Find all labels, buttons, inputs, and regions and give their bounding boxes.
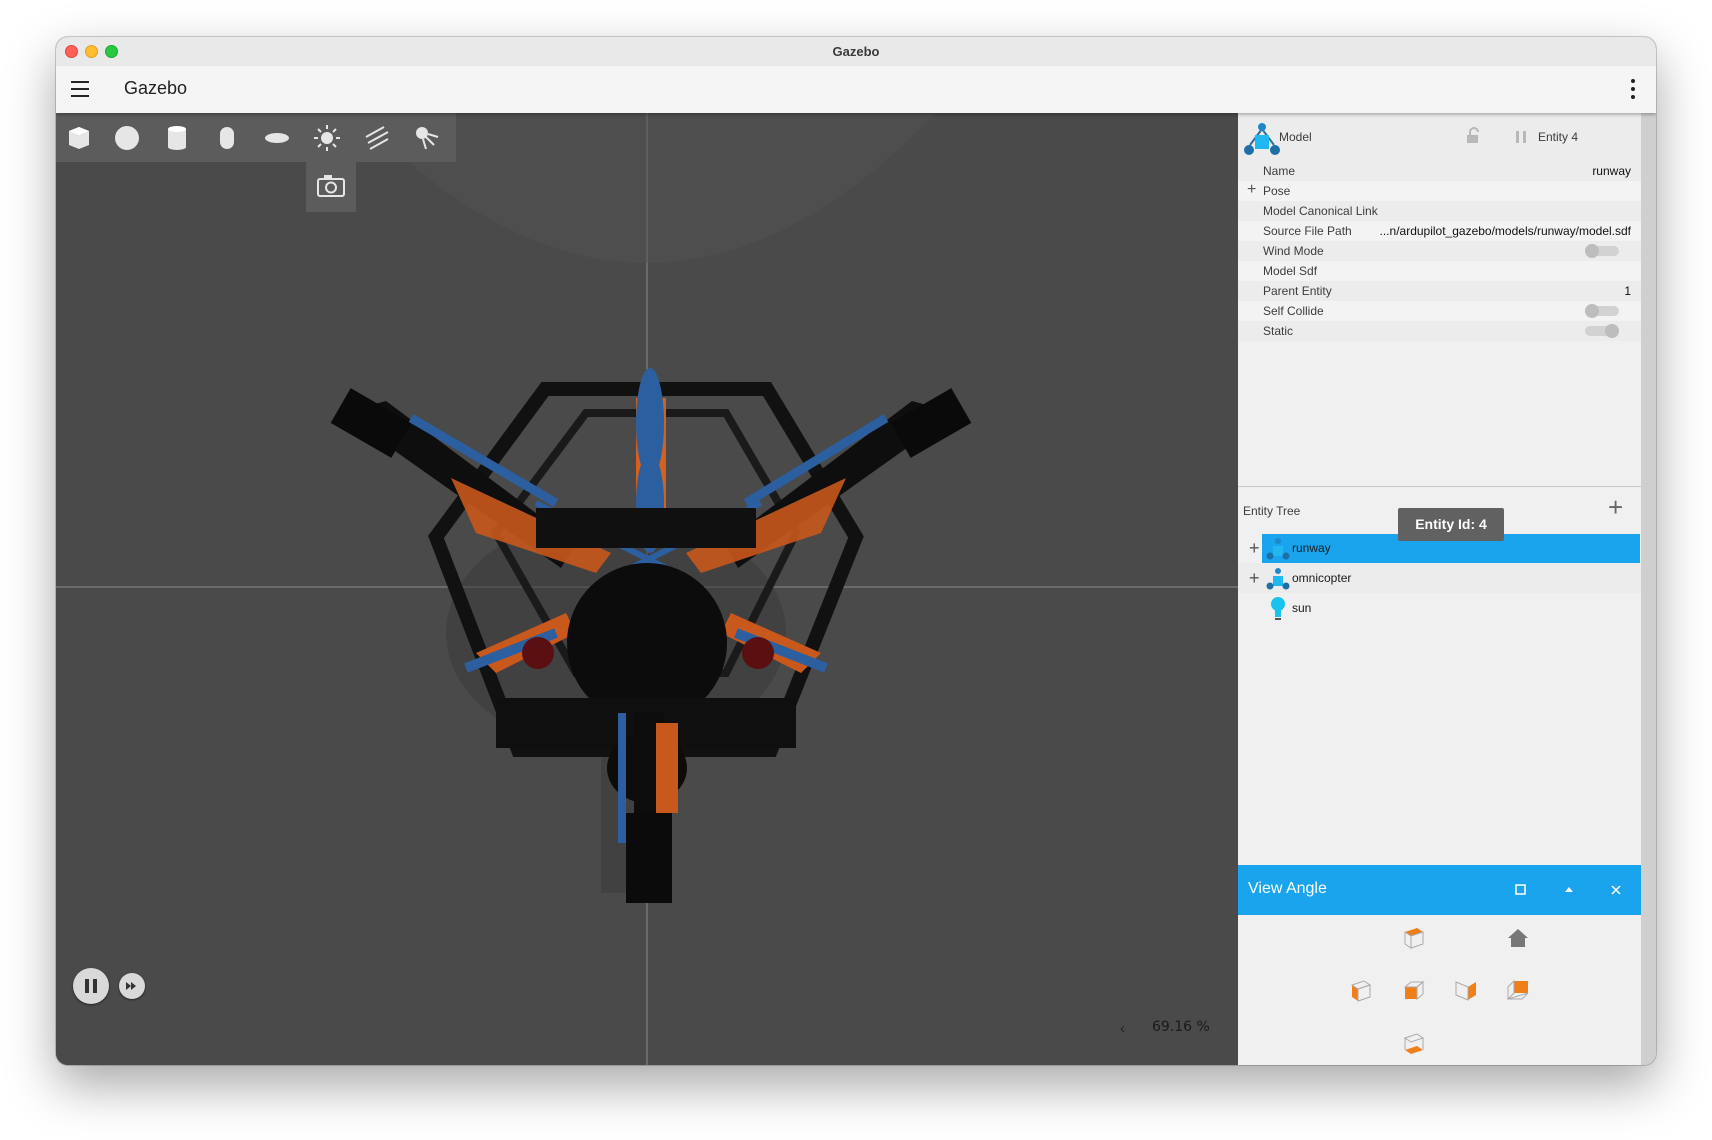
component-row-model-sdf: Model Sdf	[1238, 261, 1641, 281]
row-key: Model Sdf	[1263, 264, 1318, 278]
left-view-icon[interactable]	[1346, 977, 1374, 1005]
entity-tree-title: Entity Tree	[1243, 504, 1301, 518]
entity-id-label: Entity 4	[1538, 130, 1579, 144]
kebab-menu-icon[interactable]	[1630, 79, 1636, 101]
component-row-static: Static	[1238, 321, 1641, 341]
box-tool-icon[interactable]	[64, 123, 94, 153]
view-angle-header: View Angle	[1238, 865, 1641, 915]
expand-plus-icon[interactable]: +	[1249, 539, 1260, 557]
row-value: ...n/ardupilot_gazebo/models/runway/mode…	[1379, 224, 1631, 238]
component-row-wind-mode: Wind Mode	[1238, 241, 1641, 261]
sphere-tool-icon[interactable]	[112, 123, 142, 153]
row-key: Pose	[1263, 184, 1291, 198]
model-icon	[1266, 568, 1290, 590]
spot-light-tool-icon[interactable]	[412, 123, 442, 153]
component-row-name: Name runway	[1238, 161, 1641, 181]
maximize-icon[interactable]	[1514, 883, 1528, 897]
model-icon	[1266, 538, 1290, 560]
inspector-type-label: Model	[1279, 130, 1312, 144]
right-panel: Model Entity 4 Name runway + Pose Model …	[1238, 113, 1656, 1065]
entity-id-tooltip: Entity Id: 4	[1398, 508, 1504, 541]
tree-item-label: sun	[1292, 601, 1312, 615]
right-view-icon[interactable]	[1452, 977, 1480, 1005]
tree-item-sun[interactable]: sun	[1238, 593, 1641, 623]
wind-mode-toggle[interactable]	[1585, 244, 1619, 258]
bottom-view-icon[interactable]	[1399, 1030, 1427, 1058]
row-value: 1	[1624, 284, 1631, 298]
back-view-icon[interactable]	[1504, 977, 1532, 1005]
panel-scrollbar[interactable]	[1641, 113, 1656, 1065]
directional-light-tool-icon[interactable]	[362, 123, 392, 153]
component-inspector-header: Model Entity 4	[1238, 113, 1641, 161]
fast-forward-icon[interactable]	[119, 973, 145, 999]
row-key: Source File Path	[1263, 224, 1352, 238]
row-value: runway	[1592, 164, 1631, 178]
home-view-icon[interactable]	[1504, 924, 1532, 952]
collapse-up-icon[interactable]	[1562, 883, 1576, 897]
omnicopter-model	[330, 368, 972, 903]
row-key: Self Collide	[1263, 304, 1324, 318]
camera-icon[interactable]	[306, 162, 356, 212]
shape-toolbar	[56, 113, 456, 162]
scene-3d-viewport[interactable]: ‹ 69.16 %	[56, 113, 1238, 1065]
self-collide-toggle[interactable]	[1585, 304, 1619, 318]
window-title: Gazebo	[832, 44, 880, 59]
hamburger-icon[interactable]	[71, 81, 89, 97]
row-key: Model Canonical Link	[1263, 204, 1378, 218]
static-toggle[interactable]	[1585, 324, 1619, 338]
add-entity-icon[interactable]: +	[1608, 494, 1623, 520]
pause-icon[interactable]	[73, 968, 109, 1004]
top-view-icon[interactable]	[1399, 924, 1427, 952]
app-bar: Gazebo	[56, 66, 1656, 113]
app-title: Gazebo	[124, 78, 188, 98]
component-row-parent-entity: Parent Entity 1	[1238, 281, 1641, 301]
light-bulb-icon	[1271, 597, 1285, 620]
entity-tree: + runway + omnicopter sun	[1238, 533, 1641, 623]
tree-item-label: runway	[1292, 541, 1331, 555]
view-angle-title: View Angle	[1248, 880, 1327, 897]
row-key: Parent Entity	[1263, 284, 1332, 298]
capsule-tool-icon[interactable]	[212, 123, 242, 153]
expand-plus-icon[interactable]: +	[1249, 569, 1260, 587]
front-view-icon[interactable]	[1399, 977, 1427, 1005]
unlock-icon[interactable]	[1464, 127, 1482, 145]
tree-item-label: omnicopter	[1292, 571, 1352, 585]
expand-plus-icon[interactable]: +	[1247, 181, 1256, 199]
close-icon[interactable]	[1609, 883, 1623, 897]
tree-item-omnicopter[interactable]: + omnicopter	[1238, 563, 1641, 593]
pause-updates-icon[interactable]	[1512, 128, 1530, 146]
window-titlebar: Gazebo	[56, 37, 1656, 67]
component-row-pose[interactable]: + Pose	[1238, 181, 1641, 201]
sun-light-tool-icon[interactable]	[312, 123, 342, 153]
view-angle-panel	[1238, 915, 1641, 1065]
component-row-self-collide: Self Collide	[1238, 301, 1641, 321]
gazebo-window: Gazebo Gazebo ‹ 69.16 % Model Entity 4 N…	[56, 37, 1656, 1065]
cylinder-tool-icon[interactable]	[162, 123, 192, 153]
stats-collapse-arrow[interactable]: ‹	[1120, 1020, 1125, 1037]
row-key: Static	[1263, 324, 1294, 338]
scene-render	[56, 113, 1238, 1065]
ellipsoid-tool-icon[interactable]	[262, 123, 292, 153]
component-row-source-path: Source File Path ...n/ardupilot_gazebo/m…	[1238, 221, 1641, 241]
row-key: Wind Mode	[1263, 244, 1324, 258]
component-row-canonical-link: Model Canonical Link	[1238, 201, 1641, 221]
real-time-factor: 69.16 %	[1152, 1019, 1210, 1035]
model-icon	[1244, 123, 1280, 155]
component-rows: Name runway + Pose Model Canonical Link …	[1238, 161, 1641, 341]
row-key: Name	[1263, 164, 1296, 178]
